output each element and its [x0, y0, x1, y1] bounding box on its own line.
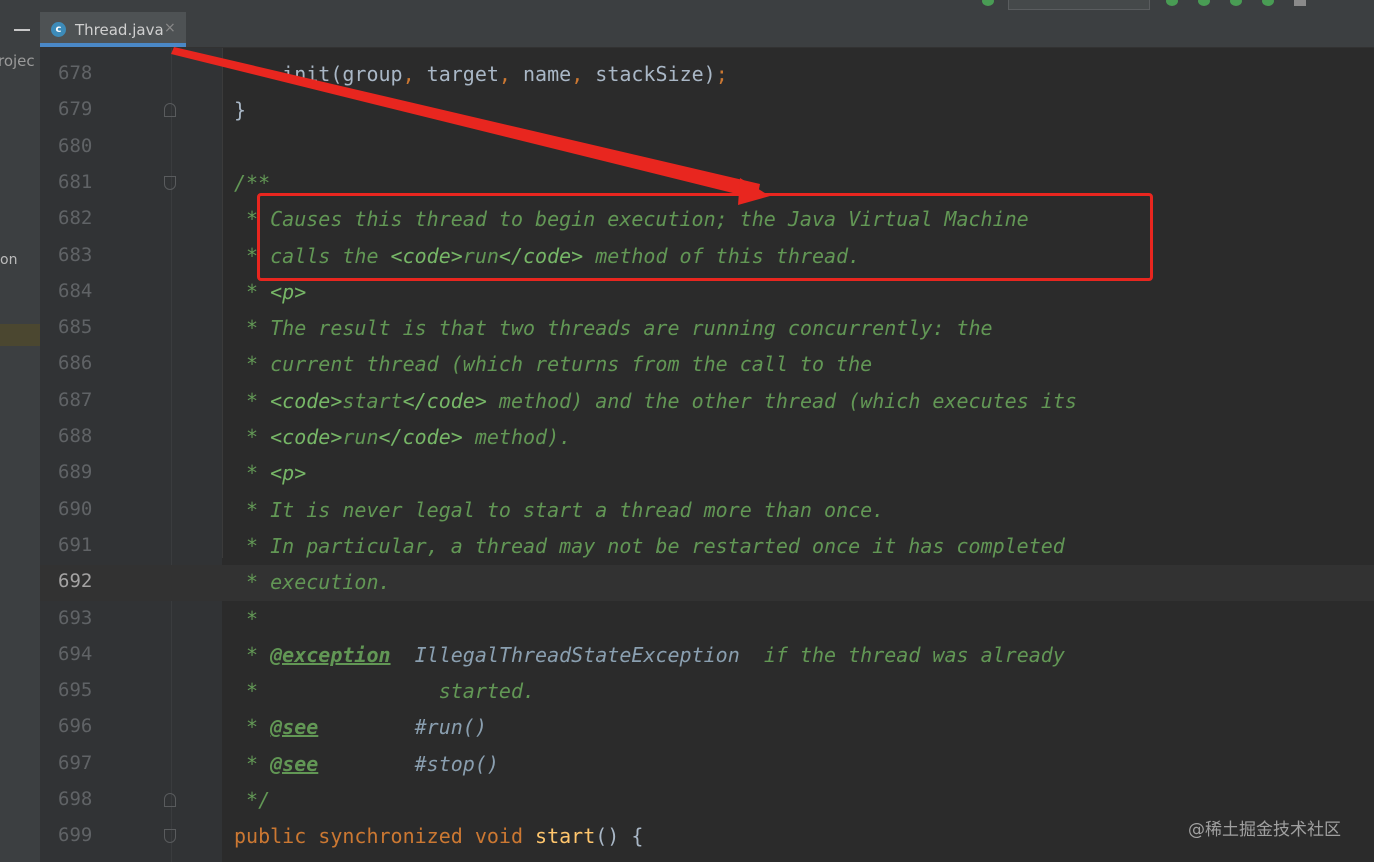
annotation-arrow — [171, 47, 770, 205]
arrow-shaft — [171, 47, 760, 199]
arrow-head — [738, 178, 770, 205]
watermark: @稀土掘金技术社区 — [1188, 820, 1341, 840]
